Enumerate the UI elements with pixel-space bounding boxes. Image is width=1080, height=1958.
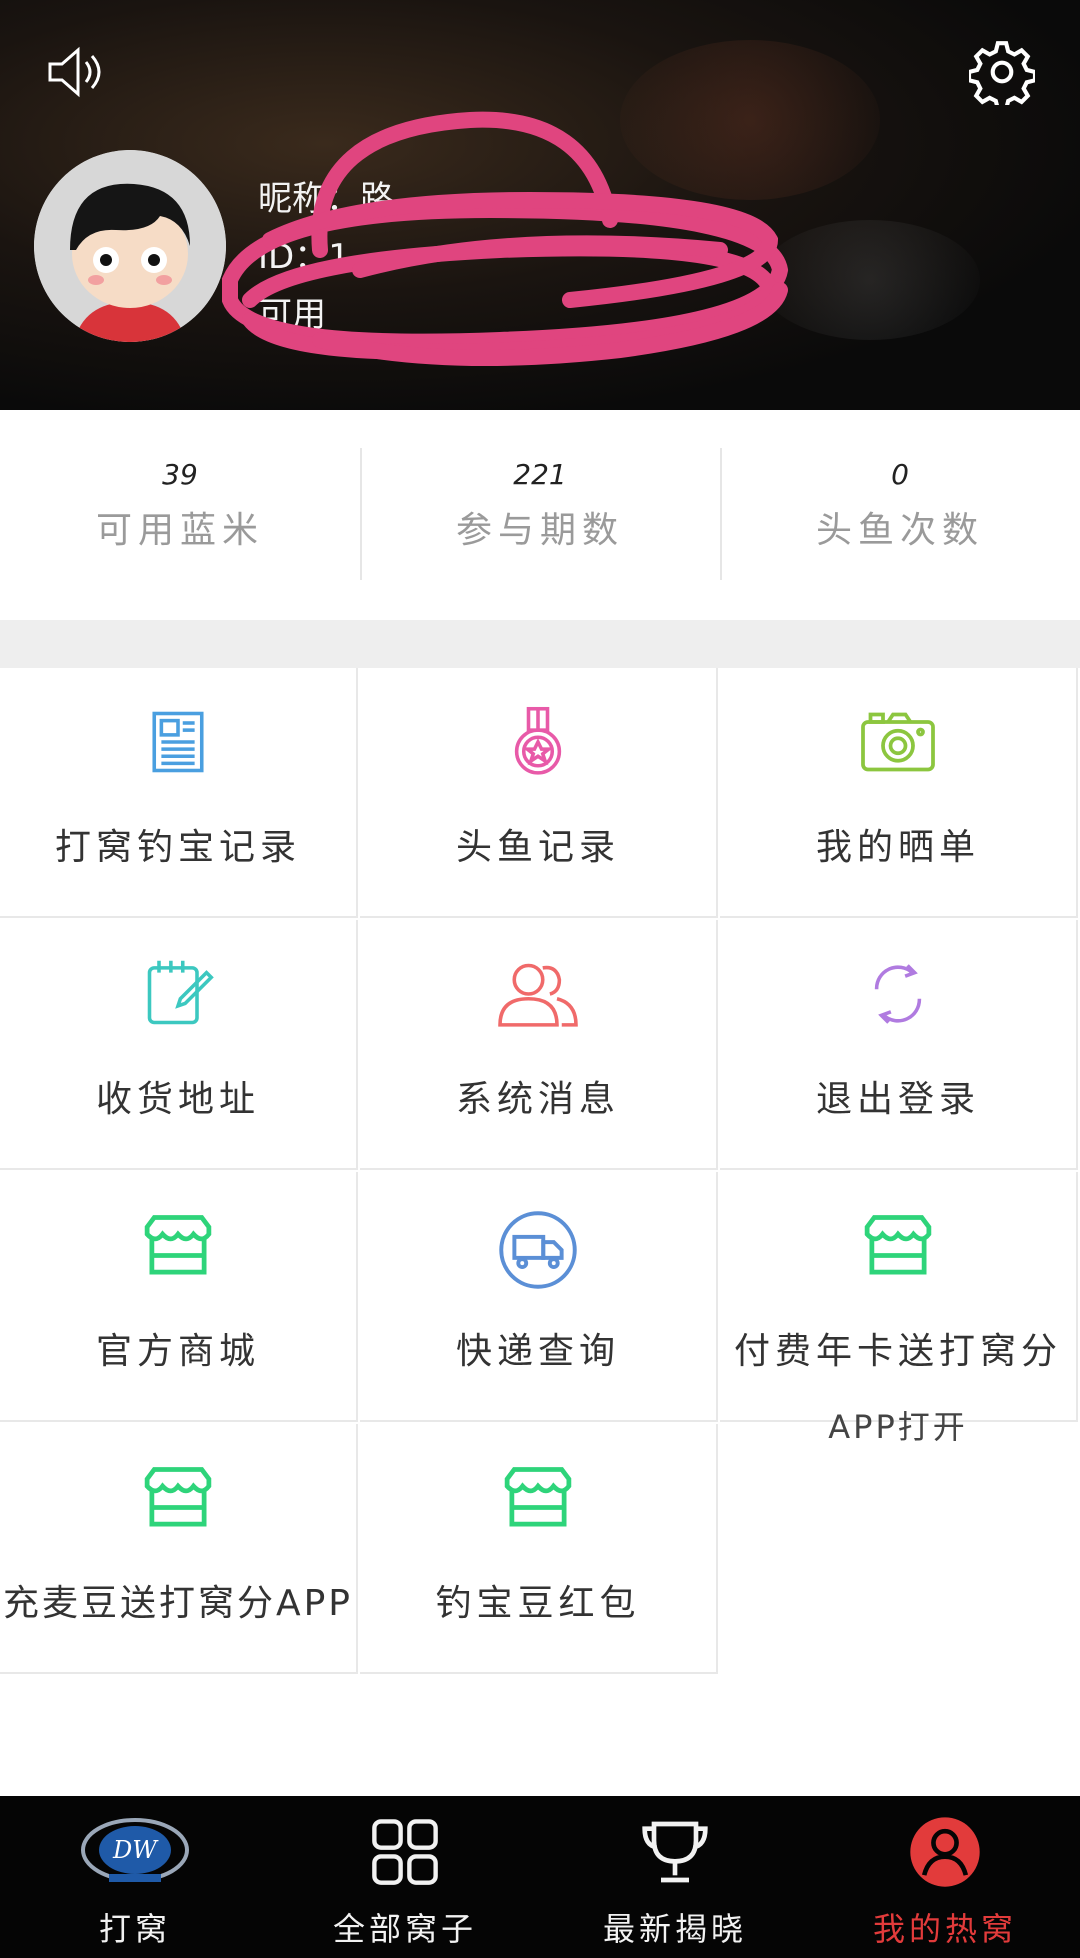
tab-label: 打窝 bbox=[98, 1910, 171, 1948]
menu-item-label: 充麦豆送打窝分APP bbox=[2, 1583, 354, 1624]
redaction-scribble bbox=[222, 111, 789, 366]
edit-note-icon bbox=[147, 960, 214, 1025]
logo-icon: DW bbox=[81, 1818, 189, 1882]
refresh-icon bbox=[874, 964, 922, 1024]
stats-row: 39 可用蓝米 221 参与期数 0 头鱼次数 bbox=[0, 410, 1080, 620]
user-icon bbox=[910, 1817, 980, 1887]
store-icon bbox=[144, 1215, 212, 1275]
menu-item-system-messages[interactable]: 系统消息 bbox=[360, 920, 718, 1170]
profile-header: 昵称：路 ID：1 可用 bbox=[0, 0, 1080, 410]
stat-value: 39 bbox=[162, 458, 198, 491]
speaker-icon[interactable] bbox=[40, 36, 112, 108]
menu-item-red-packet[interactable]: 钓宝豆红包 bbox=[360, 1424, 718, 1674]
stat-label: 参与期数 bbox=[455, 510, 624, 551]
menu-item-label: 官方商城 bbox=[95, 1331, 260, 1372]
grid-icon bbox=[372, 1819, 438, 1885]
stat-label: 可用蓝米 bbox=[95, 510, 264, 551]
camera-icon bbox=[861, 712, 935, 772]
menu-item-label: 我的晒单 bbox=[815, 827, 980, 868]
tab-label: 全部窝子 bbox=[332, 1910, 477, 1948]
header-bg-glow-2 bbox=[760, 220, 980, 340]
tab-my-hot-spots[interactable]: 我的热窝 bbox=[810, 1796, 1080, 1958]
menu-item-label: 钓宝豆红包 bbox=[435, 1583, 641, 1624]
tab-label: 我的热窝 bbox=[872, 1910, 1017, 1948]
menu-item-label: 退出登录 bbox=[815, 1079, 980, 1120]
menu-item-official-store[interactable]: 官方商城 bbox=[0, 1172, 358, 1422]
stat-value: 221 bbox=[513, 458, 567, 491]
menu-item-top-fish-records[interactable]: 头鱼记录 bbox=[360, 668, 718, 918]
stat-label: 头鱼次数 bbox=[815, 510, 984, 551]
store-icon bbox=[504, 1467, 572, 1527]
menu-item-express-tracking[interactable]: 快递查询 bbox=[360, 1172, 718, 1422]
stat-top-fish[interactable]: 0 头鱼次数 bbox=[720, 410, 1080, 620]
menu-item-shipping-address[interactable]: 收货地址 bbox=[0, 920, 358, 1170]
tab-all-spots[interactable]: 全部窝子 bbox=[270, 1796, 540, 1958]
trophy-icon bbox=[642, 1821, 708, 1883]
stat-value: 0 bbox=[891, 458, 909, 491]
svg-text:DW: DW bbox=[112, 1836, 159, 1864]
menu-item-label: 头鱼记录 bbox=[455, 827, 620, 868]
truck-icon bbox=[499, 1211, 577, 1289]
menu-item-label-line2: APP打开 bbox=[828, 1408, 968, 1446]
menu-item-annual-card[interactable]: 付费年卡送打窝分 APP打开 bbox=[720, 1172, 1078, 1446]
stat-available-blue-rice[interactable]: 39 可用蓝米 bbox=[0, 410, 360, 620]
tab-latest-results[interactable]: 最新揭晓 bbox=[540, 1796, 810, 1958]
users-icon bbox=[498, 963, 578, 1027]
menu-item-label: 收货地址 bbox=[95, 1079, 260, 1120]
menu-item-label: 付费年卡送打窝分 bbox=[733, 1331, 1062, 1372]
gear-icon[interactable] bbox=[962, 32, 1042, 112]
stat-participation[interactable]: 221 参与期数 bbox=[360, 410, 720, 620]
menu-item-fishing-records[interactable]: 打窝钓宝记录 bbox=[0, 668, 358, 918]
avatar[interactable] bbox=[34, 150, 226, 342]
menu-item-recharge-beans[interactable]: 充麦豆送打窝分APP bbox=[0, 1424, 358, 1674]
medal-icon bbox=[514, 706, 562, 775]
document-icon bbox=[152, 711, 204, 773]
tab-dawo[interactable]: DW 打窝 bbox=[0, 1796, 270, 1958]
bottom-tab-bar: DW 打窝 全部窝子 最新揭晓 我的热窝 bbox=[0, 1796, 1080, 1958]
menu-item-my-showcase[interactable]: 我的晒单 bbox=[720, 668, 1078, 918]
section-divider bbox=[0, 620, 1080, 668]
store-icon bbox=[864, 1215, 932, 1275]
menu-item-label: 系统消息 bbox=[455, 1079, 620, 1120]
menu-item-label: 快递查询 bbox=[455, 1331, 620, 1372]
menu-item-logout[interactable]: 退出登录 bbox=[720, 920, 1078, 1170]
store-icon bbox=[144, 1467, 212, 1527]
menu-item-label: 打窝钓宝记录 bbox=[54, 827, 301, 868]
tab-label: 最新揭晓 bbox=[602, 1910, 747, 1948]
